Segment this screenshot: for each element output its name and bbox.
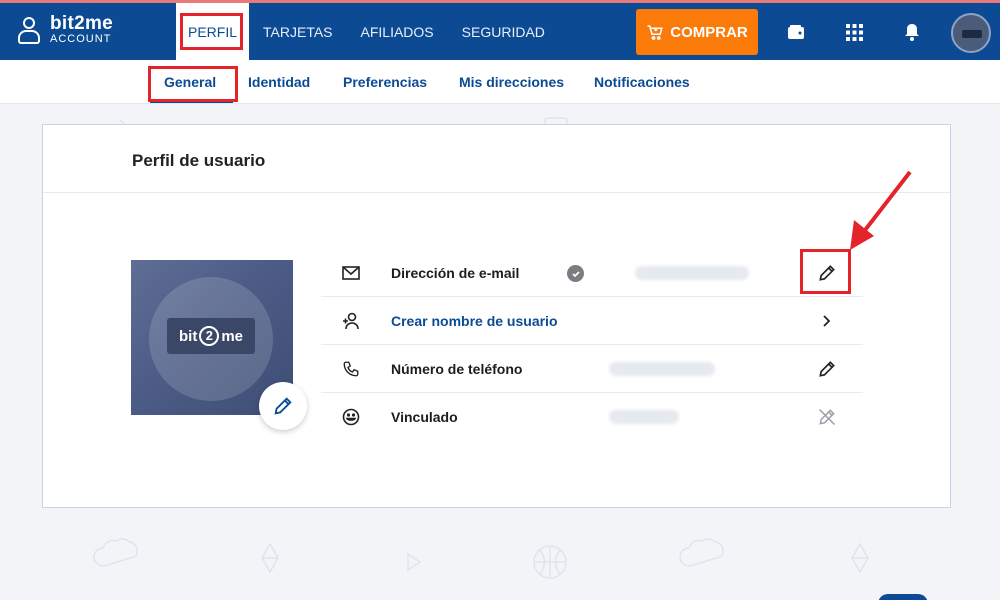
- add-user-icon: [341, 311, 361, 331]
- nav-afiliados[interactable]: AFILIADOS: [347, 3, 448, 60]
- email-row: Dirección de e-mail: [321, 249, 863, 297]
- red-arrow-annotation: [850, 170, 912, 250]
- photo-brand-logo: bit 2 me: [167, 318, 255, 354]
- apps-grid-icon[interactable]: [842, 20, 866, 44]
- nav-afiliados-label: AFILIADOS: [360, 23, 434, 40]
- verified-check-icon: [567, 265, 584, 282]
- phone-row: Número de teléfono: [321, 345, 863, 393]
- brand-name: bit2me: [50, 13, 114, 34]
- user-avatar[interactable]: [951, 13, 991, 53]
- card-header: Perfil de usuario: [43, 125, 950, 193]
- edit-photo-button[interactable]: [259, 382, 307, 430]
- profile-fields: Dirección de e-mail Crear nombre de usua…: [321, 249, 863, 441]
- cart-icon: [647, 25, 663, 40]
- linked-row: Vinculado: [321, 393, 863, 441]
- smile-icon: [341, 407, 361, 427]
- pencil-icon: [819, 361, 835, 377]
- nav-perfil[interactable]: PERFIL: [176, 3, 250, 60]
- brand-subtitle: ACCOUNT: [50, 33, 112, 45]
- brand-logo[interactable]: bit2me ACCOUNT: [16, 14, 113, 45]
- page-title: Perfil de usuario: [132, 151, 266, 170]
- chat-widget-button[interactable]: [878, 594, 928, 600]
- highlight-box: [148, 66, 238, 102]
- profile-card: Perfil de usuario bit 2 me Dirección de e-…: [42, 124, 951, 508]
- nav-tarjetas[interactable]: TARJETAS: [249, 3, 347, 60]
- pencil-disabled-icon: [815, 405, 839, 429]
- bell-icon[interactable]: [900, 20, 924, 44]
- tab-notificaciones[interactable]: Notificaciones: [594, 74, 690, 90]
- main-nav: PERFIL TARJETAS AFILIADOS SEGURIDAD: [176, 3, 559, 60]
- username-row[interactable]: Crear nombre de usuario: [321, 297, 863, 345]
- phone-value-redacted: [609, 362, 715, 376]
- chevron-right-icon[interactable]: [815, 309, 839, 333]
- mail-icon: [341, 263, 361, 283]
- nav-tarjetas-label: TARJETAS: [263, 23, 333, 40]
- create-username-link[interactable]: Crear nombre de usuario: [391, 313, 558, 329]
- email-value-redacted: [635, 266, 749, 280]
- sub-nav: General Identidad Preferencias Mis direc…: [0, 60, 1000, 104]
- buy-button-label: COMPRAR: [670, 23, 748, 41]
- wallet-icon[interactable]: [784, 20, 808, 44]
- top-bar: bit2me ACCOUNT PERFIL TARJETAS AFILIADOS…: [0, 0, 1000, 60]
- phone-label: Número de teléfono: [391, 361, 523, 377]
- nav-seguridad[interactable]: SEGURIDAD: [448, 3, 559, 60]
- user-logo-icon: [16, 15, 42, 45]
- highlight-box: [180, 13, 243, 50]
- tab-preferencias[interactable]: Preferencias: [343, 74, 427, 90]
- phone-icon: [341, 359, 361, 379]
- buy-button[interactable]: COMPRAR: [636, 9, 758, 55]
- email-label: Dirección de e-mail: [391, 265, 520, 281]
- edit-phone-button[interactable]: [815, 357, 839, 381]
- tab-identidad[interactable]: Identidad: [248, 74, 310, 90]
- linked-value-redacted: [609, 410, 679, 424]
- nav-seguridad-label: SEGURIDAD: [461, 23, 545, 40]
- linked-label: Vinculado: [391, 409, 458, 425]
- tab-mis-direcciones[interactable]: Mis direcciones: [459, 74, 564, 90]
- pencil-icon: [274, 397, 292, 415]
